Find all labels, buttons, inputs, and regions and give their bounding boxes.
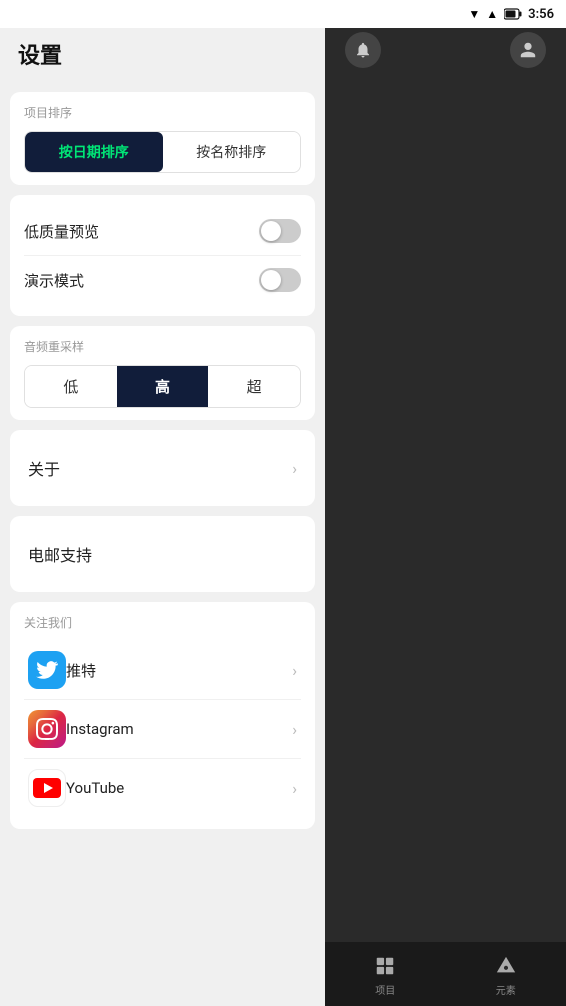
low-quality-toggle[interactable]: [259, 219, 301, 243]
elements-label: 元素: [496, 982, 516, 997]
youtube-row[interactable]: YouTube ›: [24, 759, 301, 817]
resample-high-button[interactable]: 高: [117, 366, 209, 407]
profile-icon[interactable]: [510, 32, 546, 68]
about-chevron-icon: ›: [292, 459, 297, 478]
bottom-nav: 项目 元素: [325, 942, 566, 1006]
audio-section: 音频重采样 低 高 超: [10, 326, 315, 420]
email-row[interactable]: 电邮支持: [24, 528, 301, 580]
youtube-icon: [28, 769, 66, 807]
instagram-icon: [28, 710, 66, 748]
sort-section-label: 项目排序: [24, 104, 301, 121]
demo-mode-label: 演示模式: [24, 270, 84, 291]
email-section[interactable]: 电邮支持: [10, 516, 315, 592]
status-time: 3:56: [528, 7, 554, 22]
resample-ultra-button[interactable]: 超: [208, 366, 300, 407]
low-quality-toggle-knob: [261, 221, 281, 241]
wifi-icon: ▼: [468, 7, 480, 21]
nav-elements[interactable]: 元素: [492, 952, 520, 997]
resample-buttons-group: 低 高 超: [24, 365, 301, 408]
projects-icon: [371, 952, 399, 980]
bell-icon[interactable]: [345, 32, 381, 68]
sort-by-date-button[interactable]: 按日期排序: [25, 132, 163, 172]
follow-section: 关注我们 推特 › Instagram ›: [10, 602, 315, 829]
low-quality-row: 低质量预览: [24, 207, 301, 256]
signal-icon: ▲: [486, 7, 498, 21]
youtube-chevron-icon: ›: [292, 779, 297, 798]
right-panel: 项目 元素: [325, 0, 566, 1006]
youtube-label: YouTube: [66, 779, 292, 797]
sort-by-name-button[interactable]: 按名称排序: [163, 132, 301, 172]
projects-label: 项目: [375, 982, 395, 997]
about-label: 关于: [28, 456, 60, 480]
twitter-label: 推特: [66, 660, 292, 681]
toggle-section: 低质量预览 演示模式: [10, 195, 315, 316]
status-bar: ▼ ▲ 3:56: [0, 0, 566, 28]
low-quality-label: 低质量预览: [24, 221, 99, 242]
about-row[interactable]: 关于 ›: [24, 442, 301, 494]
left-panel: 设置 项目排序 按日期排序 按名称排序 低质量预览 演示模式 音频重采样 低 高…: [0, 0, 325, 1006]
elements-icon: [492, 952, 520, 980]
sort-buttons-group: 按日期排序 按名称排序: [24, 131, 301, 173]
resample-low-button[interactable]: 低: [25, 366, 117, 407]
twitter-row[interactable]: 推特 ›: [24, 641, 301, 700]
nav-projects[interactable]: 项目: [371, 952, 399, 997]
audio-section-label: 音频重采样: [24, 338, 301, 355]
follow-section-label: 关注我们: [24, 614, 301, 631]
demo-mode-toggle-knob: [261, 270, 281, 290]
about-section[interactable]: 关于 ›: [10, 430, 315, 506]
twitter-icon: [28, 651, 66, 689]
instagram-row[interactable]: Instagram ›: [24, 700, 301, 759]
twitter-chevron-icon: ›: [292, 661, 297, 680]
battery-icon: [504, 5, 522, 24]
demo-mode-row: 演示模式: [24, 256, 301, 304]
instagram-chevron-icon: ›: [292, 720, 297, 739]
sort-section: 项目排序 按日期排序 按名称排序: [10, 92, 315, 185]
instagram-label: Instagram: [66, 720, 292, 738]
email-label: 电邮支持: [28, 542, 92, 566]
demo-mode-toggle[interactable]: [259, 268, 301, 292]
